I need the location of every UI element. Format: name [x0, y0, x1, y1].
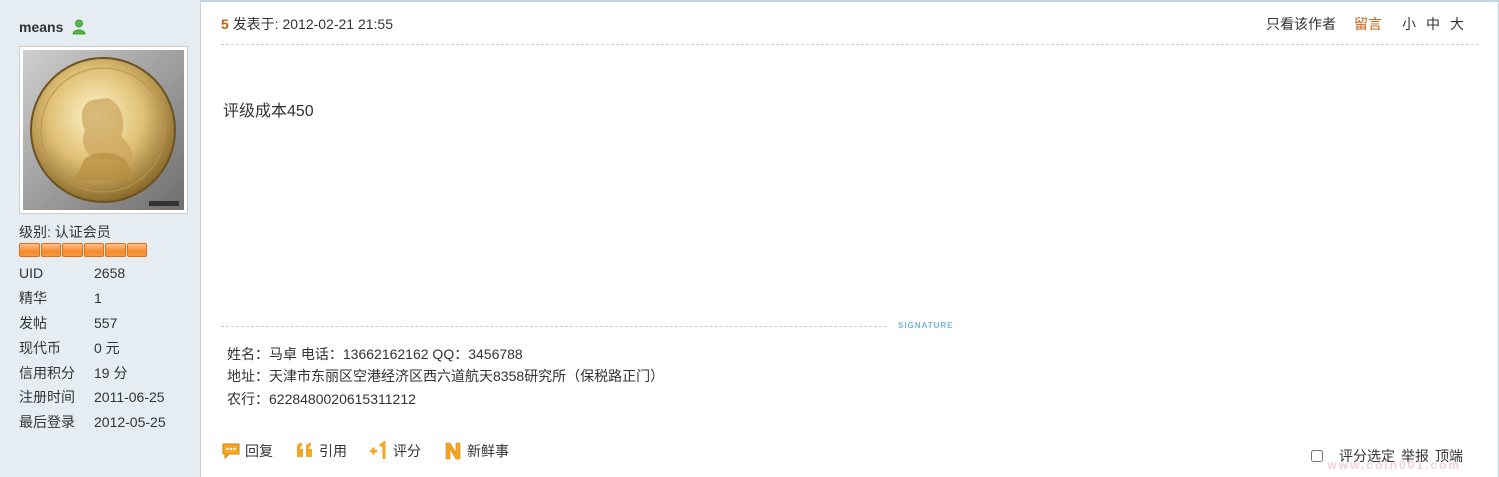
select-checkbox[interactable] [1311, 450, 1323, 462]
author-sidebar: means 级别: 认证会员 UID 2658 精华 1 发帖 557 现代币 … [0, 0, 201, 477]
fresh-label: 新鲜事 [467, 443, 509, 459]
quote-button[interactable]: 引用 [295, 441, 347, 461]
post-time: 发表于: 2012-02-21 21:55 [232, 16, 394, 32]
stat-label: UID [19, 265, 44, 282]
stat-value: 19 分 [94, 364, 128, 381]
member-level: 级别: 认证会员 [19, 224, 111, 240]
post-actions: 回复 引用 评分 新鲜事 [221, 440, 531, 461]
signature-tag: SIGNATURE [898, 321, 954, 330]
signature: 姓名：马卓 电话：13662162162 QQ：3456788 地址：天津市东丽… [227, 343, 664, 410]
username-row: means [19, 19, 86, 35]
stat-value: 2011-06-25 [94, 389, 165, 406]
level-star-icon [83, 243, 104, 257]
level-star-icon [19, 243, 40, 257]
stat-label: 发帖 [19, 314, 47, 331]
stat-credit: 信用积分 19 分 [19, 360, 189, 385]
fresh-button[interactable]: 新鲜事 [443, 441, 509, 461]
stat-value[interactable]: 1 [94, 290, 102, 306]
level-star-icon [105, 243, 126, 257]
stat-label: 信用积分 [19, 364, 75, 381]
post-header: 5 发表于: 2012-02-21 21:55 只看该作者 留言 小 中 大 [221, 0, 1479, 45]
stat-currency: 现代币 0 元 [19, 335, 189, 360]
user-online-icon [72, 19, 86, 35]
stat-last-login: 最后登录 2012-05-25 [19, 410, 189, 435]
floor-number[interactable]: 5 [221, 16, 229, 32]
stat-digest: 精华 1 [19, 286, 189, 311]
stat-label: 最后登录 [19, 414, 75, 431]
author-name-link[interactable]: means [19, 19, 63, 35]
signature-line: 农行：6228480020615311212 [227, 390, 416, 407]
header-actions: 只看该作者 留言 小 中 大 [1256, 14, 1464, 34]
font-medium-link[interactable]: 中 [1426, 14, 1440, 34]
reply-icon [221, 441, 241, 461]
stat-label: 现代币 [19, 339, 61, 356]
font-large-link[interactable]: 大 [1450, 14, 1464, 34]
signature-line: 姓名：马卓 电话：13662162162 QQ：3456788 [227, 346, 523, 362]
stat-value: 2012-05-25 [94, 414, 166, 431]
stat-registered: 注册时间 2011-06-25 [19, 385, 189, 410]
post-meta: 5 发表于: 2012-02-21 21:55 [221, 14, 393, 34]
reply-button[interactable]: 回复 [221, 441, 273, 461]
quote-label: 引用 [319, 443, 347, 459]
avatar [23, 50, 184, 210]
news-icon [443, 441, 463, 461]
quote-icon [295, 441, 315, 461]
stat-value: 0 元 [94, 339, 120, 356]
site-watermark: www.coin001.com [1327, 458, 1461, 472]
plus-one-icon [369, 440, 389, 461]
level-stars [19, 243, 147, 257]
rate-button[interactable]: 评分 [369, 440, 421, 461]
user-stats: UID 2658 精华 1 发帖 557 现代币 0 元 信用积分 19 分 注… [19, 261, 189, 435]
post-frame [0, 0, 1499, 477]
stat-value[interactable]: 557 [94, 315, 117, 331]
leave-message-link[interactable]: 留言 [1354, 14, 1382, 34]
signature-divider [221, 326, 887, 327]
stat-value[interactable]: 2658 [94, 265, 125, 281]
stat-label: 精华 [19, 290, 47, 307]
reply-label: 回复 [245, 443, 273, 459]
level-star-icon [126, 243, 147, 257]
post-content: 评级成本450 [223, 103, 314, 120]
stat-label: 注册时间 [19, 389, 75, 406]
avatar-frame[interactable] [19, 46, 188, 214]
level-star-icon [62, 243, 83, 257]
only-author-link[interactable]: 只看该作者 [1266, 14, 1336, 34]
font-small-link[interactable]: 小 [1402, 14, 1416, 34]
rate-label: 评分 [393, 443, 421, 459]
level-star-icon [40, 243, 61, 257]
signature-line: 地址：天津市东丽区空港经济区西六道航天8358研究所（保税路正门） [227, 368, 665, 385]
stat-posts: 发帖 557 [19, 311, 189, 336]
stat-uid: UID 2658 [19, 261, 189, 286]
